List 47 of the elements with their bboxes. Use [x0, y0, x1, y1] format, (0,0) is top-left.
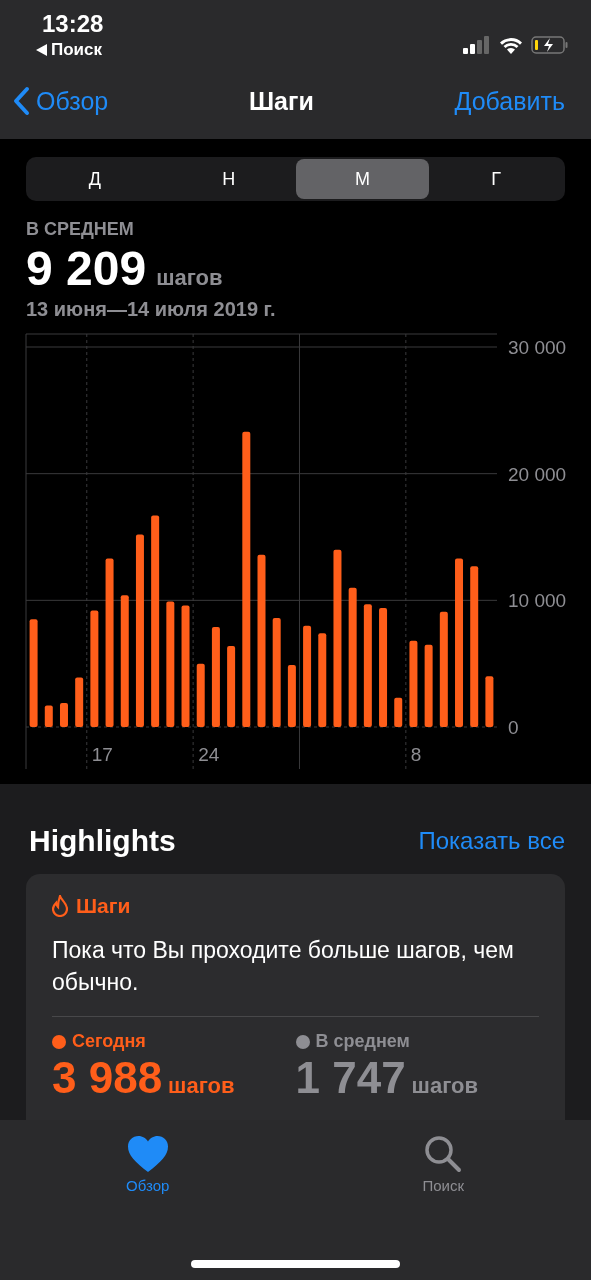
period-segment[interactable]: М [295, 159, 430, 199]
chevron-left-icon [12, 86, 30, 116]
day-label: 8 [410, 744, 422, 765]
section-title: Highlights [29, 824, 176, 858]
chart-bar [196, 663, 205, 727]
heart-icon [126, 1135, 169, 1173]
back-button[interactable]: Обзор [12, 86, 109, 116]
stat-label: Сегодня [72, 1031, 146, 1052]
wifi-icon [499, 36, 523, 54]
back-to-app-link[interactable]: Поиск [51, 40, 103, 60]
day-label: 17 [91, 744, 113, 765]
axis-label: 0 [508, 717, 519, 738]
chart-bar [75, 677, 84, 727]
tab-bar-item[interactable]: Обзор [87, 1134, 208, 1214]
search-icon [424, 1135, 463, 1173]
back-triangle-icon [36, 44, 47, 56]
stat-label: В среднем [315, 1031, 410, 1052]
stat-value: 1 747 [295, 1052, 406, 1104]
unit-label: шагов [168, 1073, 235, 1099]
flame-icon [52, 895, 68, 917]
axis-label: 30 000 [508, 337, 567, 358]
chart-bar [485, 676, 494, 727]
period-segment[interactable]: Г [429, 159, 563, 199]
chart-bar [394, 697, 403, 727]
card-category: Шаги [76, 894, 131, 918]
show-all-link[interactable]: Показать все [418, 827, 565, 855]
signal-icon [463, 36, 491, 54]
highlight-text: Пока что Вы проходите больше шагов, чем обычно. [52, 936, 515, 997]
chart-bar [287, 664, 296, 727]
battery-charging-icon [531, 36, 569, 54]
status-time: 13:28 [42, 10, 104, 38]
period-segment[interactable]: Н [161, 159, 296, 199]
screen-title: Шаги [248, 86, 314, 116]
add-button[interactable]: Добавить [454, 86, 565, 116]
axis-label: 10 000 [508, 590, 567, 612]
period-segment[interactable]: Д [28, 159, 162, 199]
chart-bar [44, 705, 53, 727]
axis-label: 20 000 [508, 463, 567, 485]
day-label: 24 [198, 744, 220, 765]
unit-label: шагов [411, 1073, 479, 1099]
stat-value: 3 988 [52, 1052, 163, 1104]
average-value: 9 209 [26, 242, 147, 296]
date-range: 13 июня—14 июля 2019 г. [26, 298, 277, 321]
unit-label: шагов [156, 265, 223, 291]
chart-bar [60, 702, 68, 727]
average-label: В СРЕДНЕМ [26, 219, 135, 240]
tab-bar-item[interactable]: Поиск [383, 1134, 504, 1214]
